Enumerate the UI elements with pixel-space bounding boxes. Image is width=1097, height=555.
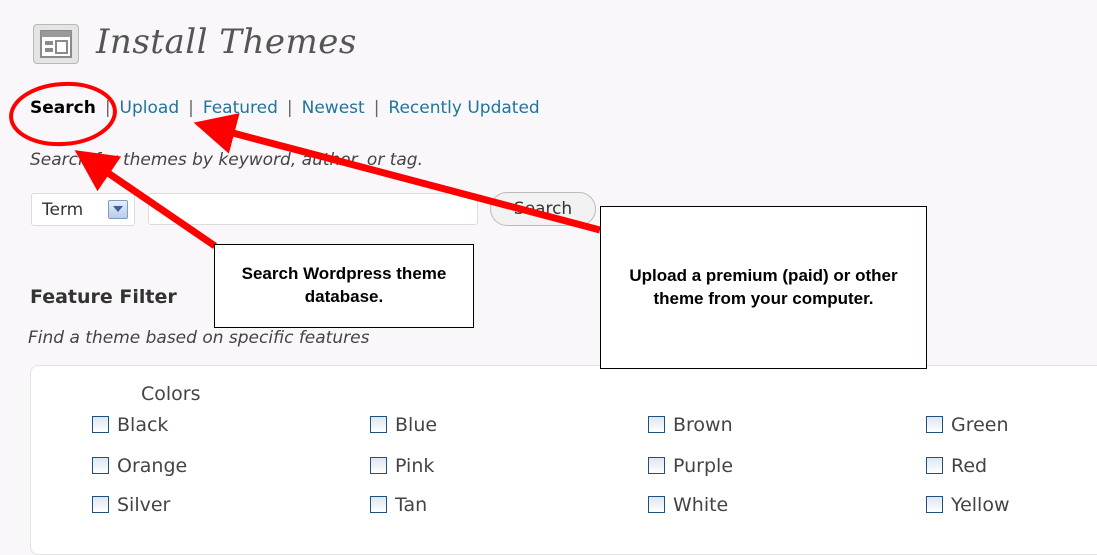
callout-line: Upload a premium (paid) or other [629, 265, 898, 285]
annotation-overlay [9, 81, 601, 249]
arrow-to-search-tab [74, 150, 217, 249]
search-callout: Search Wordpress theme database. [214, 244, 474, 328]
callout-line: database. [304, 287, 384, 306]
highlight-circle [9, 81, 117, 147]
upload-callout: Upload a premium (paid) or other theme f… [600, 206, 927, 369]
callout-line: theme from your computer. [653, 288, 874, 308]
arrow-to-upload-tab [193, 113, 601, 234]
callout-line: Search Wordpress theme [241, 264, 447, 284]
